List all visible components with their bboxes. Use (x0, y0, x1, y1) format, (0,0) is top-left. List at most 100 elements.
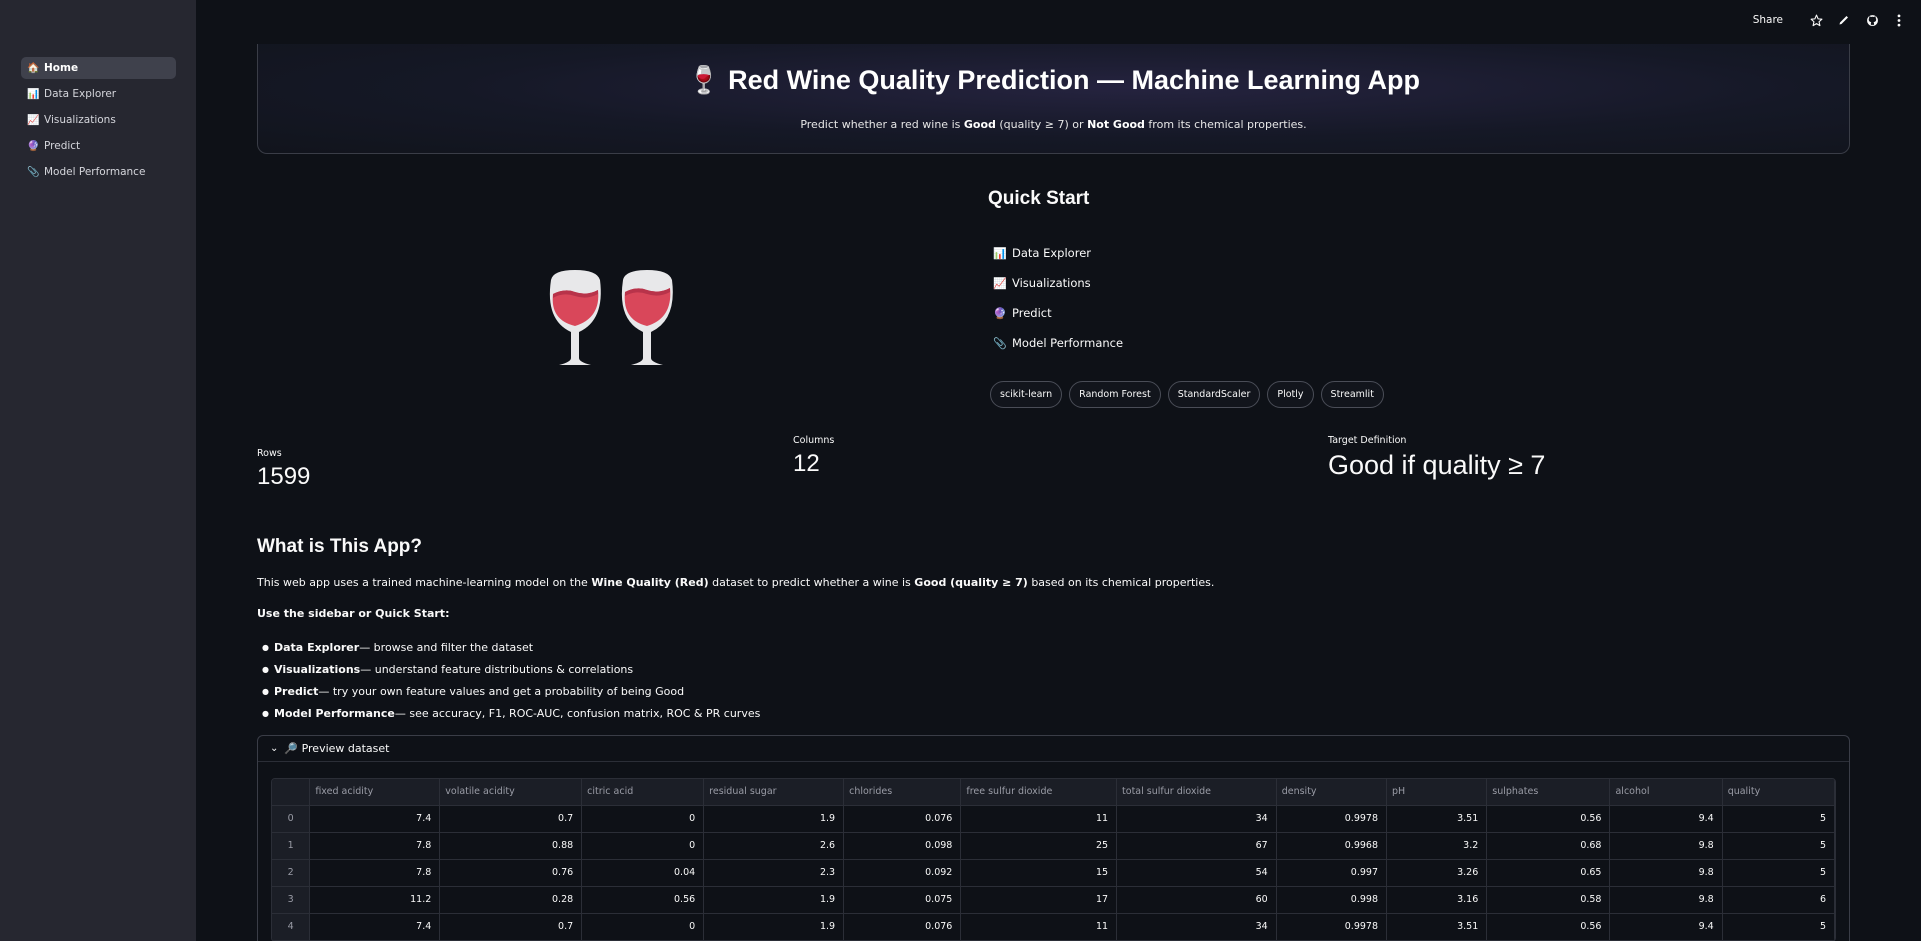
table-column-header[interactable]: fixed acidity (309, 779, 441, 806)
table-cell[interactable]: 0.28 (439, 886, 583, 914)
table-column-header[interactable]: free sulfur dioxide (960, 779, 1118, 806)
preview-expander-toggle[interactable]: ⌄ 🔎 Preview dataset (258, 736, 1849, 762)
table-cell[interactable]: 3.51 (1386, 913, 1488, 941)
table-cell[interactable]: 0.7 (439, 805, 583, 833)
table-cell[interactable]: 3.16 (1386, 886, 1488, 914)
table-column-header[interactable]: density (1276, 779, 1388, 806)
sidebar-item-visualizations[interactable]: 📈 Visualizations (21, 109, 176, 131)
table-cell[interactable]: 17 (960, 886, 1118, 914)
table-cell[interactable]: 0.58 (1486, 886, 1611, 914)
table-cell[interactable]: 34 (1116, 913, 1277, 941)
table-column-header[interactable]: volatile acidity (439, 779, 583, 806)
table-cell[interactable]: 2.3 (703, 859, 845, 887)
table-cell[interactable]: 2.6 (703, 832, 845, 860)
table-cell[interactable]: 54 (1116, 859, 1277, 887)
quick-start-predict[interactable]: 🔮 Predict (993, 298, 1123, 328)
table-cell[interactable]: 11.2 (309, 886, 441, 914)
dataset-table[interactable]: fixed acidity volatile acidity citric acid… (271, 778, 1836, 941)
table-cell[interactable]: 0.56 (1486, 913, 1611, 941)
table-cell[interactable]: 67 (1116, 832, 1277, 860)
table-header-row: fixed acidity volatile acidity citric acid… (272, 779, 1835, 806)
table-row-index: 2 (272, 859, 311, 887)
sidebar-item-model-performance[interactable]: 📎 Model Performance (21, 161, 176, 183)
table-cell[interactable]: 0.56 (1486, 805, 1611, 833)
table-cell[interactable]: 5 (1722, 805, 1835, 833)
quick-start-data-explorer[interactable]: 📊 Data Explorer (993, 238, 1123, 268)
table-column-header[interactable]: total sulfur dioxide (1116, 779, 1277, 806)
table-row[interactable]: 3 11.2 0.28 0.56 1.9 0.075 17 60 0.998 3.16 0.58 9.… (272, 886, 1835, 914)
table-cell[interactable]: 7.8 (309, 859, 441, 887)
table-cell[interactable]: 3.2 (1386, 832, 1488, 860)
table-cell[interactable]: 3.26 (1386, 859, 1488, 887)
quick-start-model-performance[interactable]: 📎 Model Performance (993, 328, 1123, 358)
table-cell[interactable]: 34 (1116, 805, 1277, 833)
table-row[interactable]: 4 7.4 0.7 0 1.9 0.076 11 34 0.9978 3.51 0.56 9.4 5 (272, 913, 1835, 941)
table-cell[interactable]: 60 (1116, 886, 1277, 914)
table-cell[interactable]: 7.4 (309, 913, 441, 941)
table-cell[interactable]: 5 (1722, 832, 1835, 860)
table-cell[interactable]: 0.076 (843, 805, 962, 833)
table-row[interactable]: 0 7.4 0.7 0 1.9 0.076 11 34 0.9978 3.51 0.56 9.4 5 (272, 805, 1835, 833)
table-column-header[interactable]: alcohol (1609, 779, 1723, 806)
table-cell[interactable]: 5 (1722, 913, 1835, 941)
table-cell[interactable]: 0.88 (439, 832, 583, 860)
more-icon[interactable] (1891, 12, 1907, 28)
edit-icon[interactable] (1836, 12, 1852, 28)
table-cell[interactable]: 0.56 (581, 886, 705, 914)
table-cell[interactable]: 0.7 (439, 913, 583, 941)
table-cell[interactable]: 11 (960, 805, 1118, 833)
table-cell[interactable]: 3.51 (1386, 805, 1488, 833)
table-cell[interactable]: 0.9978 (1276, 805, 1388, 833)
table-cell[interactable]: 6 (1722, 886, 1835, 914)
table-cell[interactable]: 0.9978 (1276, 913, 1388, 941)
quick-start-list: 📊 Data Explorer 📈 Visualizations 🔮 Predi… (993, 238, 1123, 358)
table-cell[interactable]: 1.9 (703, 913, 845, 941)
metric-value: 1599 (257, 463, 311, 490)
table-cell[interactable]: 1.9 (703, 805, 845, 833)
table-cell[interactable]: 7.4 (309, 805, 441, 833)
table-cell[interactable]: 15 (960, 859, 1118, 887)
sidebar-item-predict[interactable]: 🔮 Predict (21, 135, 176, 157)
table-cell[interactable]: 9.4 (1609, 805, 1723, 833)
table-column-header[interactable]: sulphates (1486, 779, 1611, 806)
table-cell[interactable]: 0 (581, 832, 705, 860)
table-cell[interactable]: 0.68 (1486, 832, 1611, 860)
table-cell[interactable]: 0 (581, 805, 705, 833)
table-cell[interactable]: 0.997 (1276, 859, 1388, 887)
table-cell[interactable]: 0.075 (843, 886, 962, 914)
github-icon[interactable] (1864, 12, 1880, 28)
table-cell[interactable]: 0.092 (843, 859, 962, 887)
table-cell[interactable]: 0.076 (843, 913, 962, 941)
quick-start-visualizations[interactable]: 📈 Visualizations (993, 268, 1123, 298)
table-cell[interactable]: 9.4 (1609, 913, 1723, 941)
table-cell[interactable]: 0.998 (1276, 886, 1388, 914)
table-cell[interactable]: 0.65 (1486, 859, 1611, 887)
table-cell[interactable]: 1.9 (703, 886, 845, 914)
table-cell[interactable]: 0.04 (581, 859, 705, 887)
table-cell[interactable]: 11 (960, 913, 1118, 941)
sidebar-item-home[interactable]: 🏠 Home (21, 57, 176, 79)
hero-subtitle-text: (quality ≥ 7) or (995, 118, 1088, 131)
table-cell[interactable]: 0.76 (439, 859, 583, 887)
table-cell[interactable]: 5 (1722, 859, 1835, 887)
table-cell[interactable]: 7.8 (309, 832, 441, 860)
share-button[interactable]: Share (1753, 14, 1783, 26)
table-row[interactable]: 1 7.8 0.88 0 2.6 0.098 25 67 0.9968 3.2 0.68 9.8 5 (272, 832, 1835, 860)
sidebar-item-data-explorer[interactable]: 📊 Data Explorer (21, 83, 176, 105)
table-row[interactable]: 2 7.8 0.76 0.04 2.3 0.092 15 54 0.997 3.26 0.65 9.8… (272, 859, 1835, 887)
table-cell[interactable]: 0.098 (843, 832, 962, 860)
table-column-header[interactable]: pH (1386, 779, 1488, 806)
table-column-header[interactable]: citric acid (581, 779, 705, 806)
table-cell[interactable]: 0 (581, 913, 705, 941)
star-icon[interactable] (1808, 12, 1824, 28)
table-cell[interactable]: 9.8 (1609, 886, 1723, 914)
table-cell[interactable]: 25 (960, 832, 1118, 860)
table-column-header[interactable]: residual sugar (703, 779, 845, 806)
table-cell[interactable]: 0.9968 (1276, 832, 1388, 860)
chart-increasing-icon: 📈 (993, 276, 1007, 290)
table-column-header[interactable]: quality (1722, 779, 1835, 806)
table-column-header[interactable]: chlorides (843, 779, 962, 806)
table-cell[interactable]: 9.8 (1609, 832, 1723, 860)
bullet-icon: ● (262, 642, 269, 652)
table-cell[interactable]: 9.8 (1609, 859, 1723, 887)
